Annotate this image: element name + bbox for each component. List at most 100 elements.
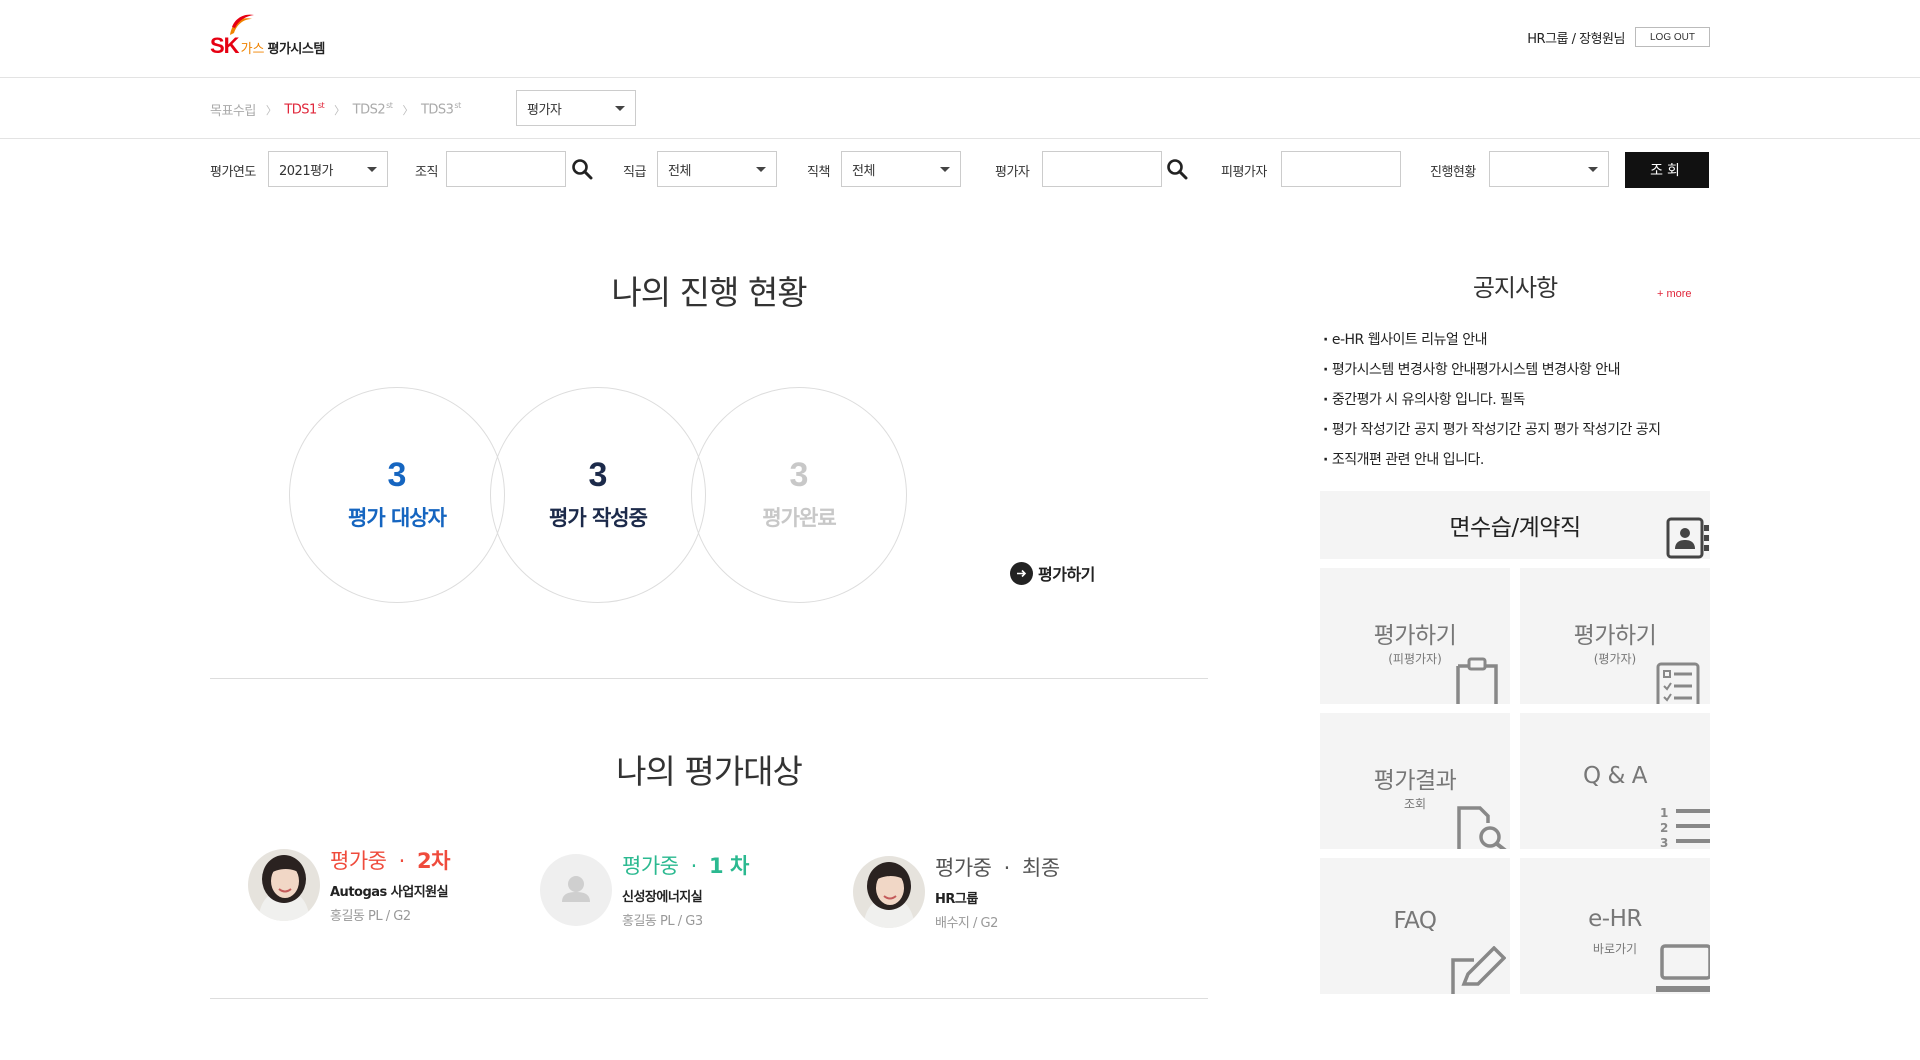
target-org: HR그룹 bbox=[935, 892, 978, 907]
document-search-icon bbox=[1457, 806, 1507, 849]
notice-item[interactable]: e-HR 웹사이트 리뉴얼 안내 bbox=[1323, 327, 1713, 357]
tile-title: 평가하기 bbox=[1373, 623, 1457, 649]
chevron-down-icon bbox=[940, 167, 950, 172]
tile-evaluate-evaluatee[interactable]: 평가하기 (피평가자) bbox=[1320, 568, 1510, 704]
search-icon[interactable] bbox=[571, 158, 593, 180]
target-status: 평가중 · 최종 bbox=[935, 856, 1060, 880]
evaluator-label: 평가자 bbox=[995, 165, 1030, 180]
svg-text:1: 1 bbox=[1660, 806, 1668, 820]
stage-breadcrumb: 목표수립 〉 TDS1st 〉 TDS2st 〉 TDS3st bbox=[210, 100, 461, 119]
target-position: 배수지 / G2 bbox=[935, 916, 998, 931]
tile-title: 평가결과 bbox=[1373, 768, 1457, 794]
target-status: 평가중 · 2차 bbox=[330, 849, 450, 873]
tile-qna[interactable]: Q & A 1 2 3 bbox=[1520, 713, 1710, 849]
evaluatee-label: 피평가자 bbox=[1221, 165, 1267, 180]
sk-wing-icon bbox=[230, 14, 254, 35]
avatar-placeholder-icon bbox=[540, 853, 612, 926]
target-position: 홍길동 PL / G3 bbox=[622, 914, 703, 929]
progress-writing-label: 평가 작성중 bbox=[549, 506, 648, 530]
year-label: 평가연도 bbox=[210, 165, 256, 180]
progress-writing-count: 3 bbox=[588, 456, 608, 494]
progress-targets-circle[interactable]: 3 평가 대상자 bbox=[289, 387, 505, 603]
progress-done-count: 3 bbox=[789, 456, 809, 494]
tile-title: FAQ bbox=[1393, 908, 1437, 934]
chevron-down-icon bbox=[367, 167, 377, 172]
tile-title: Q & A bbox=[1583, 763, 1647, 789]
chevron-down-icon bbox=[615, 106, 625, 111]
progress-targets-count: 3 bbox=[387, 456, 407, 494]
grade-select-value: 전체 bbox=[668, 163, 691, 179]
tile-faq[interactable]: FAQ bbox=[1320, 858, 1510, 994]
search-icon[interactable] bbox=[1166, 158, 1188, 180]
search-button[interactable]: 조회 bbox=[1625, 152, 1709, 188]
notice-item[interactable]: 평가 작성기간 공지 평가 작성기간 공지 평가 작성기간 공지 bbox=[1323, 417, 1713, 447]
target-info: 평가중 · 2차 Autogas 사업지원실 홍길동 PL / G2 bbox=[330, 845, 450, 924]
progress-targets-label: 평가 대상자 bbox=[348, 506, 447, 530]
notice-item[interactable]: 조직개편 관련 안내 입니다. bbox=[1323, 447, 1713, 477]
svg-text:2: 2 bbox=[1660, 821, 1668, 835]
target-card[interactable]: 평가중 · 최종 HR그룹 배수지 / G2 bbox=[853, 852, 1060, 931]
notice-item[interactable]: 중간평가 시 유의사항 입니다. 필독 bbox=[1323, 387, 1713, 417]
chevron-right-icon: 〉 bbox=[334, 103, 345, 117]
checklist-icon bbox=[1656, 662, 1700, 704]
target-card[interactable]: 평가중 · 1 차 신성장에너지실 홍길동 PL / G3 bbox=[540, 850, 749, 929]
stage-tds3[interactable]: TDS3st bbox=[421, 101, 461, 117]
notice-list: e-HR 웹사이트 리뉴얼 안내 평가시스템 변경사항 안내평가시스템 변경사항… bbox=[1323, 327, 1713, 477]
tile-ehr[interactable]: e-HR 바로가기 bbox=[1520, 858, 1710, 994]
tile-title: 평가하기 bbox=[1573, 623, 1657, 649]
chevron-right-icon: 〉 bbox=[265, 103, 277, 117]
targets-title: 나의 평가대상 bbox=[616, 752, 803, 791]
probation-contract-tile[interactable]: 면수습/계약직 bbox=[1320, 491, 1710, 559]
notice-more-link[interactable]: + more bbox=[1657, 288, 1692, 300]
grade-select[interactable]: 전체 bbox=[657, 151, 777, 187]
stage-tds2[interactable]: TDS2st bbox=[353, 101, 393, 117]
divider bbox=[210, 678, 1208, 679]
logout-button[interactable]: LOG OUT bbox=[1634, 27, 1710, 47]
chevron-down-icon bbox=[756, 167, 766, 172]
status-label: 진행현황 bbox=[1430, 165, 1476, 180]
target-card[interactable]: 평가중 · 2차 Autogas 사업지원실 홍길동 PL / G2 bbox=[248, 845, 450, 924]
target-info: 평가중 · 1 차 신성장에너지실 홍길동 PL / G3 bbox=[622, 850, 749, 929]
progress-title: 나의 진행 현황 bbox=[611, 273, 807, 312]
tile-evaluation-results[interactable]: 평가결과 조회 bbox=[1320, 713, 1510, 849]
user-name: HR그룹 / 장형원님 bbox=[1527, 31, 1625, 47]
org-label: 조직 bbox=[415, 165, 438, 180]
divider bbox=[210, 998, 1208, 999]
evaluator-input[interactable] bbox=[1042, 151, 1162, 187]
contact-book-icon bbox=[1666, 517, 1709, 559]
target-org: Autogas 사업지원실 bbox=[330, 885, 449, 900]
target-status: 평가중 · 1 차 bbox=[622, 854, 749, 878]
go-evaluate-link[interactable]: 평가하기 bbox=[1010, 561, 1095, 585]
target-position: 홍길동 PL / G2 bbox=[330, 909, 411, 924]
logo[interactable]: SK 가스 평가시스템 bbox=[210, 13, 325, 57]
stage-tds1[interactable]: TDS1st bbox=[284, 101, 324, 117]
logo-system-name: 평가시스템 bbox=[267, 42, 325, 57]
laptop-icon bbox=[1656, 944, 1710, 992]
probation-contract-label: 면수습/계약직 bbox=[1449, 515, 1581, 541]
top-header: SK 가스 평가시스템 HR그룹 / 장형원님 LOG OUT bbox=[0, 0, 1920, 78]
progress-done-circle[interactable]: 3 평가완료 bbox=[691, 387, 907, 603]
logo-brand: SK bbox=[210, 33, 240, 58]
progress-done-label: 평가완료 bbox=[762, 506, 836, 530]
tile-evaluate-evaluator[interactable]: 평가하기 (평가자) bbox=[1520, 568, 1710, 704]
go-evaluate-label: 평가하기 bbox=[1038, 565, 1095, 584]
role-select[interactable]: 평가자 bbox=[516, 90, 636, 126]
progress-writing-circle[interactable]: 3 평가 작성중 bbox=[490, 387, 706, 603]
status-select[interactable] bbox=[1489, 151, 1609, 187]
tile-title: e-HR bbox=[1588, 906, 1642, 932]
duty-select-value: 전체 bbox=[852, 163, 875, 179]
evaluatee-input[interactable] bbox=[1281, 151, 1401, 187]
notice-title: 공지사항 bbox=[1472, 274, 1558, 302]
grade-label: 직급 bbox=[623, 165, 646, 180]
stage-goal-setting[interactable]: 목표수립 bbox=[210, 100, 256, 119]
duty-select[interactable]: 전체 bbox=[841, 151, 961, 187]
logo-gas: 가스 bbox=[240, 42, 265, 57]
org-input[interactable] bbox=[446, 151, 566, 187]
year-select[interactable]: 2021평가 bbox=[268, 151, 388, 187]
chevron-down-icon bbox=[1588, 167, 1598, 172]
year-select-value: 2021평가 bbox=[279, 163, 334, 179]
role-select-value: 평가자 bbox=[527, 102, 562, 118]
avatar bbox=[248, 848, 320, 921]
clipboard-icon bbox=[1456, 657, 1498, 704]
notice-item[interactable]: 평가시스템 변경사항 안내평가시스템 변경사항 안내 bbox=[1323, 357, 1713, 387]
